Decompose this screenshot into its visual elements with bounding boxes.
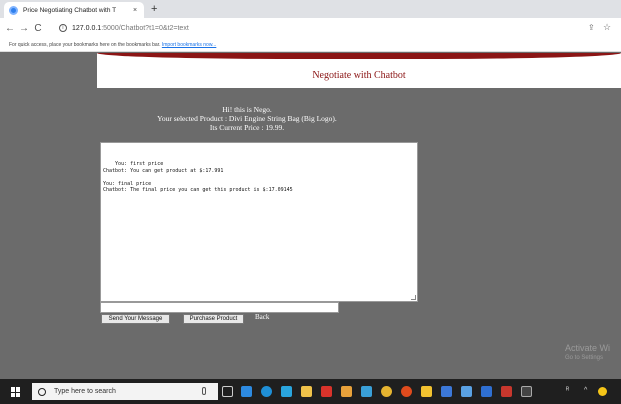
tab-title: Price Negotiating Chatbot with T	[23, 6, 117, 14]
people-icon[interactable]: ᴿ	[566, 387, 569, 394]
reload-icon[interactable]: C	[31, 23, 45, 34]
browser-tab[interactable]: Price Negotiating Chatbot with T ×	[4, 2, 144, 18]
chat-log-text: You: first price Chatbot: You can get pr…	[103, 161, 293, 194]
close-icon[interactable]: ×	[133, 7, 137, 14]
app-icon-circle[interactable]	[401, 386, 412, 397]
back-arrow-icon[interactable]: ←	[3, 23, 17, 34]
app-icon-grid[interactable]	[441, 386, 452, 397]
edge-beta-icon[interactable]	[281, 386, 292, 397]
app-icon-red[interactable]	[321, 386, 332, 397]
new-tab-button[interactable]: +	[151, 2, 157, 16]
page-body: Negotiate with Chatbot Hi! this is Nego.…	[0, 53, 621, 379]
purchase-product-button[interactable]: Purchase Product	[183, 314, 244, 324]
chat-log-textarea[interactable]: You: first price Chatbot: You can get pr…	[100, 142, 418, 302]
app-icon-blue[interactable]	[361, 386, 372, 397]
address-bar[interactable]: i 127.0.0.1:5000/Chatbot?t1=0&t2=text	[59, 21, 579, 35]
activation-watermark: Activate Wi	[565, 343, 611, 353]
send-message-button[interactable]: Send Your Message	[101, 314, 170, 324]
url-text: 127.0.0.1:5000/Chatbot?t1=0&t2=text	[72, 25, 189, 32]
bookmarks-prompt: For quick access, place your bookmarks h…	[9, 42, 161, 48]
terminal-icon[interactable]	[521, 386, 532, 397]
favicon-icon	[9, 5, 18, 15]
chrome-icon[interactable]	[381, 386, 392, 397]
greeting-line: Hi! this is Nego.	[222, 105, 272, 114]
file-explorer-icon[interactable]	[421, 386, 432, 397]
taskbar-search[interactable]: Type here to search	[32, 383, 218, 400]
search-placeholder: Type here to search	[54, 388, 116, 395]
microphone-icon[interactable]	[202, 387, 206, 395]
activation-watermark-sub: Go to Settings	[565, 355, 604, 361]
app-icon-orange[interactable]	[341, 386, 352, 397]
search-icon	[38, 387, 46, 396]
app-icon-window[interactable]	[481, 386, 492, 397]
selected-product-line: Your selected Product : Divi Engine Stri…	[157, 114, 337, 123]
forward-arrow-icon[interactable]: →	[17, 23, 31, 34]
header-banner: Negotiate with Chatbot	[97, 53, 621, 88]
url-host: 127.0.0.1	[72, 24, 102, 32]
resize-handle-icon[interactable]	[411, 295, 416, 300]
banner-stripe	[97, 53, 621, 59]
chevron-up-icon[interactable]: ^	[584, 387, 587, 394]
url-path: :5000/Chatbot?t1=0&t2=text	[101, 24, 189, 32]
share-icon[interactable]: ⇪	[588, 23, 595, 32]
back-link[interactable]: Back	[255, 313, 269, 321]
weather-icon[interactable]	[241, 386, 252, 397]
greeting-block: Hi! this is Nego. Your selected Product …	[97, 105, 397, 132]
current-price-line: Its Current Price : 19.99.	[209, 123, 285, 132]
browser-tab-strip: Price Negotiating Chatbot with T × +	[0, 0, 621, 18]
edge-icon[interactable]	[261, 386, 272, 397]
message-input[interactable]	[100, 302, 339, 313]
task-view-icon[interactable]	[222, 386, 233, 397]
page-title: Negotiate with Chatbot	[312, 70, 406, 81]
bookmark-star-icon[interactable]: ☆	[603, 22, 611, 33]
import-bookmarks-link[interactable]: Import bookmarks now...	[162, 42, 216, 48]
info-icon[interactable]: i	[59, 24, 67, 32]
taskbar: Type here to search ᴿ ^	[0, 379, 621, 404]
bookmarks-bar: For quick access, place your bookmarks h…	[0, 38, 621, 52]
browser-toolbar: ← → C i 127.0.0.1:5000/Chatbot?t1=0&t2=t…	[0, 18, 621, 38]
app-icon-leaf[interactable]	[461, 386, 472, 397]
windows-start-icon[interactable]	[11, 387, 21, 397]
store-icon[interactable]	[301, 386, 312, 397]
tray-status-icon[interactable]	[598, 387, 607, 396]
app-icon-pin[interactable]	[501, 386, 512, 397]
